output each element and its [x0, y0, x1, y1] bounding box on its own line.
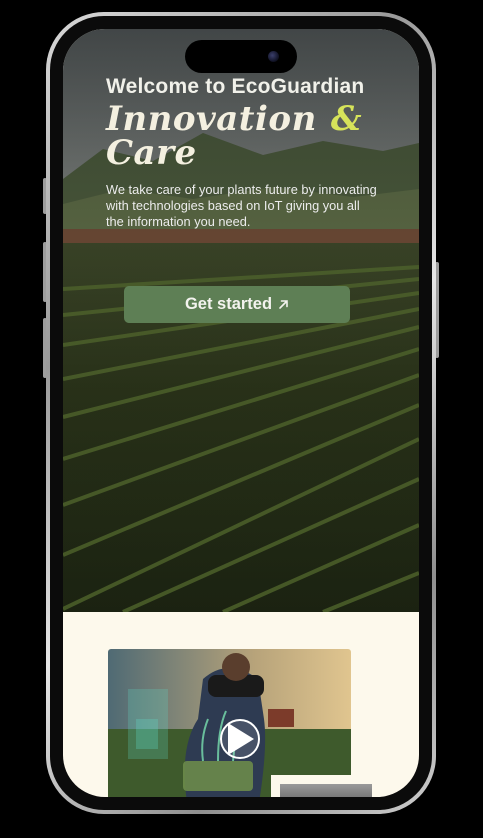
hero-headline: Innovation & Care: [106, 102, 362, 170]
hero-description: We take care of your plants future by in…: [106, 182, 377, 229]
camera-icon: [268, 51, 279, 62]
headline-ampersand: &: [330, 99, 363, 139]
welcome-heading: Welcome to EcoGuardian: [106, 75, 365, 98]
get-started-button[interactable]: Get started: [124, 286, 350, 323]
arrow-up-right-icon: [278, 299, 289, 310]
get-started-label: Get started: [184, 295, 273, 313]
headline-line-2: Care: [106, 133, 197, 173]
phone-frame: Welcome to EcoGuardian Innovation & Care …: [46, 12, 436, 814]
phone-screen: Welcome to EcoGuardian Innovation & Care …: [63, 29, 419, 797]
dynamic-island: [185, 40, 297, 73]
play-icon[interactable]: [220, 719, 260, 759]
secondary-image-card: [271, 775, 373, 797]
secondary-image: [280, 784, 372, 797]
